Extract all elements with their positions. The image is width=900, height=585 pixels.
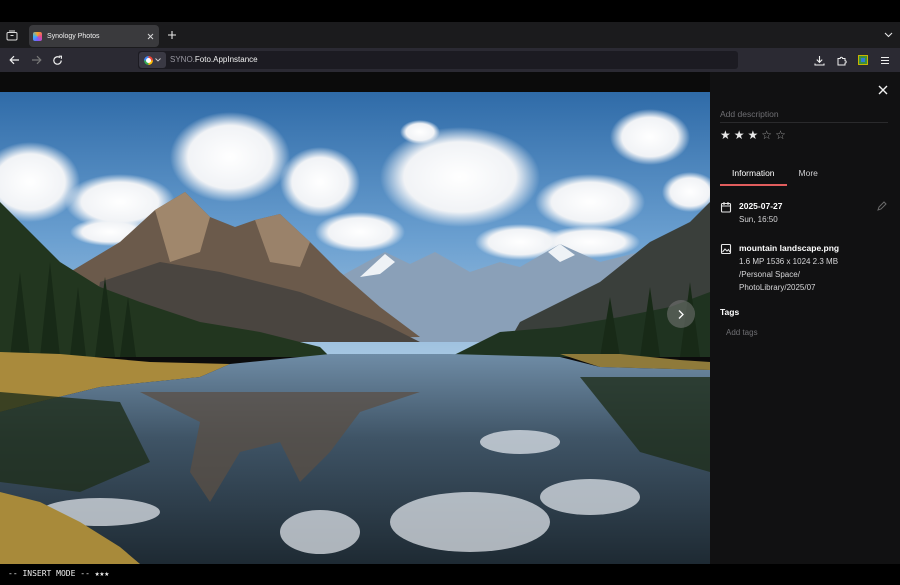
- file-path-line2: PhotoLibrary/2025/07: [739, 283, 816, 292]
- close-tab-icon[interactable]: [144, 30, 156, 42]
- site-identity-button[interactable]: [139, 52, 166, 68]
- file-name: mountain landscape.png: [739, 243, 840, 253]
- extension-icon[interactable]: [858, 55, 868, 65]
- photo-viewer: Add description ★ ★ ★ ☆ ☆ Information Mo…: [0, 72, 900, 564]
- reload-icon[interactable]: [49, 52, 65, 68]
- synology-photos-logo-icon: [33, 31, 42, 41]
- rating-stars[interactable]: ★ ★ ★ ☆ ☆: [720, 129, 786, 141]
- panel-tabs: Information More: [720, 166, 830, 186]
- tab-bar: Synology Photos: [0, 22, 900, 48]
- image-icon: [720, 243, 732, 255]
- file-path-line1: /Personal Space/: [739, 270, 800, 279]
- close-icon[interactable]: [876, 83, 890, 97]
- info-panel: Add description ★ ★ ★ ☆ ☆ Information Mo…: [710, 72, 900, 564]
- rating-star-4[interactable]: ☆: [761, 129, 772, 141]
- rating-star-5[interactable]: ☆: [775, 129, 786, 141]
- hamburger-icon[interactable]: [877, 52, 893, 68]
- mountain-landscape-image: [0, 92, 710, 564]
- next-photo-button[interactable]: [667, 300, 695, 328]
- calendar-icon: [720, 202, 732, 213]
- rating-star-2[interactable]: ★: [734, 129, 745, 141]
- plus-icon[interactable]: [165, 28, 179, 42]
- photo-image: [0, 92, 710, 564]
- download-icon[interactable]: [811, 52, 827, 68]
- chevron-right-icon: [678, 309, 684, 319]
- arrow-right-icon[interactable]: [28, 52, 44, 68]
- tab-more[interactable]: More: [787, 166, 830, 186]
- navigation-toolbar: SYNO.Foto.AppInstance: [0, 48, 900, 72]
- date-info: 2025-07-27 Sun, 16:50: [720, 200, 782, 226]
- chevron-down-icon: [155, 58, 161, 62]
- add-tags-input[interactable]: Add tags: [726, 328, 758, 337]
- chevron-down-icon[interactable]: [882, 29, 894, 41]
- tab-overview-icon[interactable]: [4, 27, 20, 43]
- photo-date: 2025-07-27: [739, 201, 783, 211]
- tab-title: Synology Photos: [47, 32, 100, 40]
- insert-mode-indicator: -- INSERT MODE -- ★★★: [8, 569, 110, 578]
- tags-heading: Tags: [720, 307, 740, 317]
- rating-star-3[interactable]: ★: [748, 129, 759, 141]
- file-details: 1.6 MP 1536 x 1024 2.3 MB: [739, 257, 839, 266]
- status-bar: -- INSERT MODE -- ★★★: [0, 564, 900, 585]
- puzzle-icon[interactable]: [833, 52, 849, 68]
- browser-tab-active[interactable]: Synology Photos: [29, 25, 159, 47]
- description-input[interactable]: Add description: [720, 109, 888, 123]
- google-icon: [144, 55, 153, 65]
- tab-information[interactable]: Information: [720, 166, 787, 186]
- rating-star-1[interactable]: ★: [720, 129, 731, 141]
- address-bar[interactable]: SYNO.Foto.AppInstance: [138, 51, 738, 69]
- arrow-left-icon[interactable]: [6, 52, 22, 68]
- url-text: SYNO.Foto.AppInstance: [170, 55, 258, 64]
- pencil-icon[interactable]: [876, 201, 887, 212]
- file-info: mountain landscape.png 1.6 MP 1536 x 102…: [720, 242, 839, 294]
- photo-time: Sun, 16:50: [739, 215, 778, 224]
